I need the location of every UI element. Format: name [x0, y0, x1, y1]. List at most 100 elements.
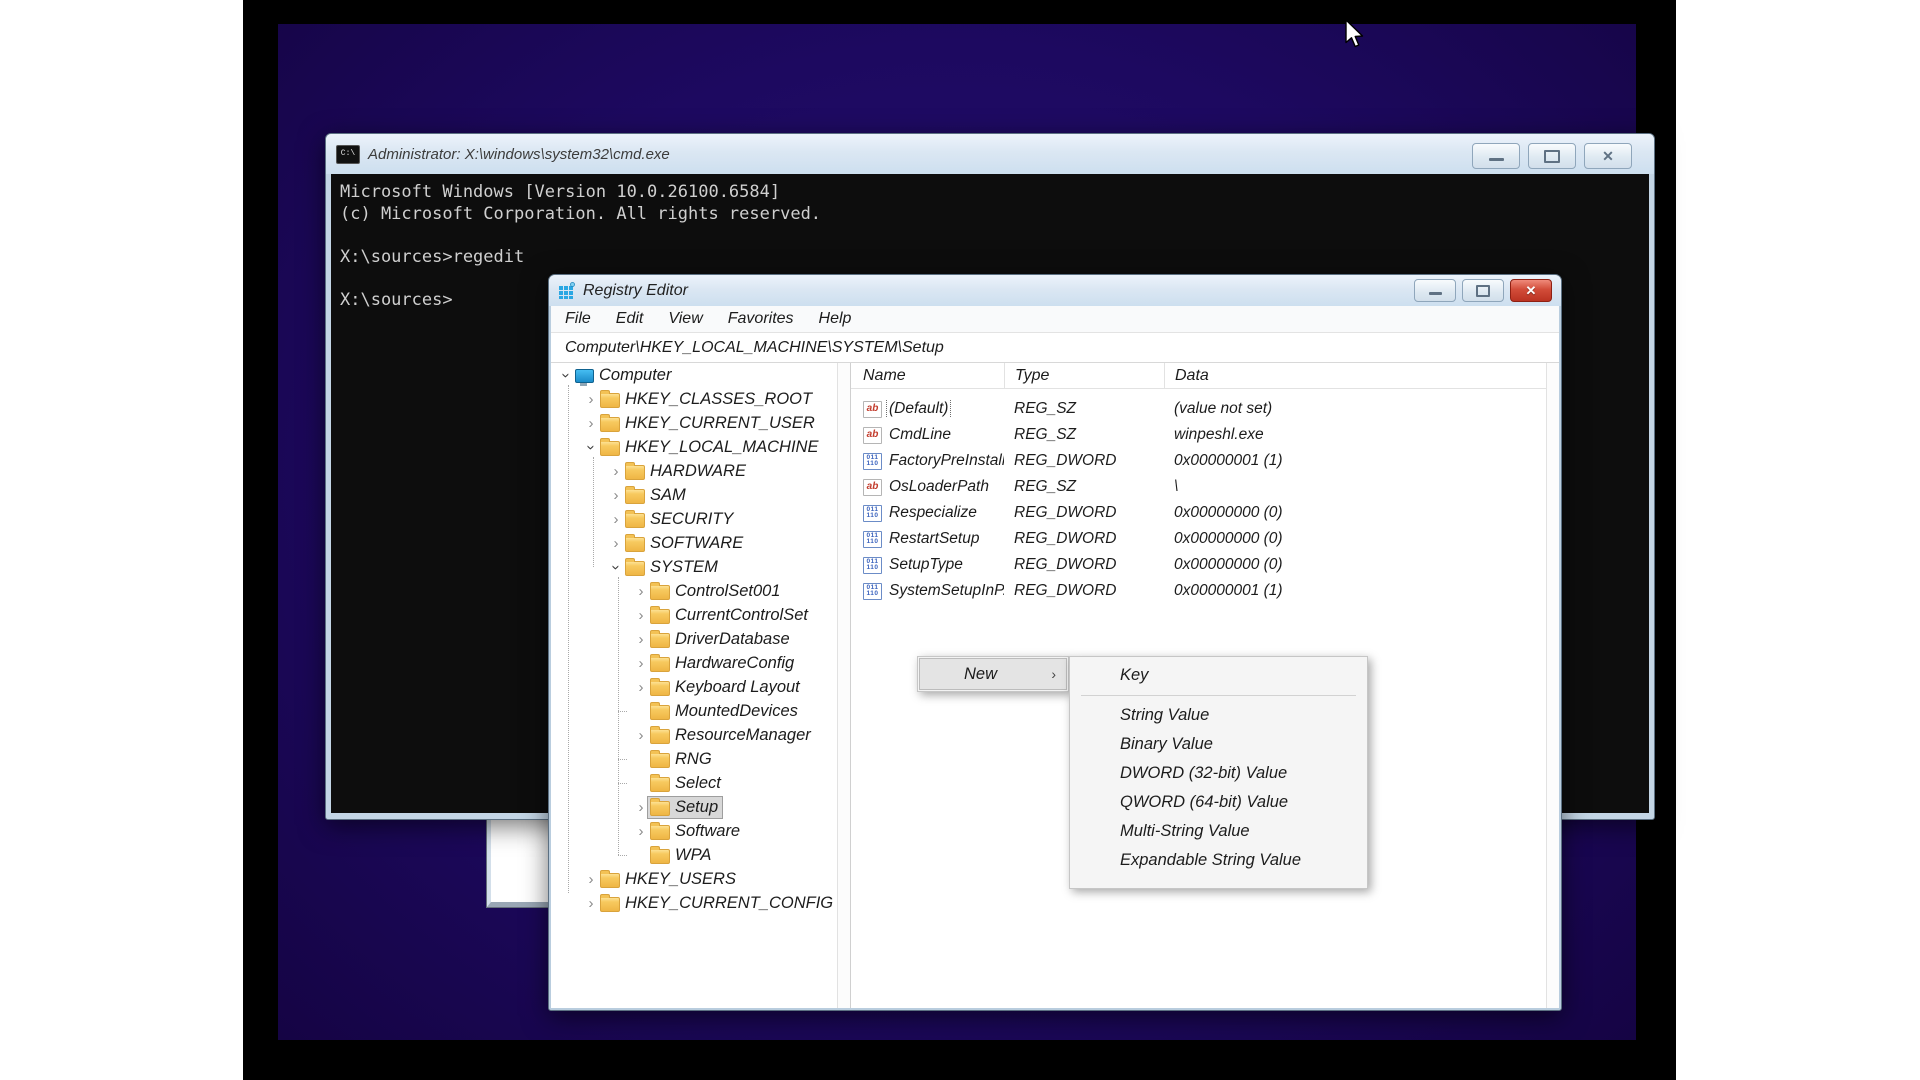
expander-icon[interactable]: ›: [608, 560, 625, 574]
expander-icon[interactable]: ›: [584, 391, 598, 408]
maximize-button[interactable]: [1462, 279, 1504, 302]
submenu-item-multi-string-value[interactable]: Multi-String Value: [1070, 817, 1367, 846]
expander-icon[interactable]: ›: [558, 368, 575, 382]
column-header-name[interactable]: Name: [851, 367, 1004, 385]
menubar-item-edit[interactable]: Edit: [616, 310, 644, 328]
tree-node[interactable]: ControlSet001: [648, 581, 785, 602]
tree-node[interactable]: SECURITY: [623, 509, 737, 530]
tree-node[interactable]: HKEY_CURRENT_USER: [598, 413, 819, 434]
tree-node[interactable]: MountedDevices: [648, 701, 802, 722]
submenu-item-binary-value[interactable]: Binary Value: [1070, 730, 1367, 759]
tree-row[interactable]: ›HardwareConfig: [551, 651, 838, 675]
tree-row[interactable]: ›Setup: [551, 795, 838, 819]
submenu-item-string-value[interactable]: String Value: [1070, 701, 1367, 730]
minimize-button[interactable]: [1472, 143, 1520, 169]
expander-icon[interactable]: ›: [634, 607, 648, 624]
tree-node[interactable]: HardwareConfig: [648, 653, 798, 674]
expander-icon[interactable]: ›: [584, 871, 598, 888]
tree-row[interactable]: ›HKEY_USERS: [551, 867, 838, 891]
tree-row[interactable]: ›SOFTWARE: [551, 531, 838, 555]
tree-node[interactable]: DriverDatabase: [648, 629, 794, 650]
tree-node[interactable]: Setup: [648, 797, 722, 818]
tree-node[interactable]: Software: [648, 821, 744, 842]
tree-row[interactable]: ›DriverDatabase: [551, 627, 838, 651]
tree-node[interactable]: SOFTWARE: [623, 533, 747, 554]
tree-row[interactable]: ›WPA: [551, 843, 838, 867]
tree-row[interactable]: ›ControlSet001: [551, 579, 838, 603]
expander-icon[interactable]: ›: [609, 535, 623, 552]
submenu-item-dword-32-bit-value[interactable]: DWORD (32-bit) Value: [1070, 759, 1367, 788]
tree-row[interactable]: ›HARDWARE: [551, 459, 838, 483]
tree-node[interactable]: HKEY_CURRENT_CONFIG: [598, 893, 837, 914]
tree-node[interactable]: RNG: [648, 749, 716, 770]
tree-node[interactable]: SAM: [623, 485, 690, 506]
column-header-data[interactable]: Data: [1164, 363, 1547, 388]
tree-row[interactable]: ›CurrentControlSet: [551, 603, 838, 627]
minimize-button[interactable]: [1414, 279, 1456, 302]
tree-row[interactable]: ›MountedDevices: [551, 699, 838, 723]
tree-row[interactable]: ›SECURITY: [551, 507, 838, 531]
tree-row[interactable]: ›Select: [551, 771, 838, 795]
expander-icon[interactable]: ›: [634, 583, 648, 600]
tree-row[interactable]: ›HKEY_CURRENT_CONFIG: [551, 891, 838, 915]
value-row[interactable]: abCmdLineREG_SZwinpeshl.exe: [851, 422, 1559, 448]
tree-vertical-scrollbar[interactable]: [837, 363, 850, 1008]
tree-row[interactable]: ›Keyboard Layout: [551, 675, 838, 699]
expander-icon[interactable]: ›: [609, 487, 623, 504]
menubar-item-help[interactable]: Help: [819, 310, 852, 328]
expander-icon[interactable]: ›: [634, 655, 648, 672]
regedit-titlebar[interactable]: Registry Editor: [549, 275, 1561, 306]
tree-node[interactable]: Computer: [573, 365, 675, 386]
value-row[interactable]: 011110SystemSetupInP...REG_DWORD0x000000…: [851, 578, 1559, 604]
menubar-item-view[interactable]: View: [668, 310, 702, 328]
tree-row[interactable]: ›HKEY_CLASSES_ROOT: [551, 387, 838, 411]
value-row[interactable]: 011110RespecializeREG_DWORD0x00000000 (0…: [851, 500, 1559, 526]
cmd-titlebar[interactable]: C:\ Administrator: X:\windows\system32\c…: [326, 134, 1654, 174]
tree-node[interactable]: ResourceManager: [648, 725, 815, 746]
tree-row[interactable]: ›Computer: [551, 363, 838, 387]
expander-icon[interactable]: ›: [634, 823, 648, 840]
expander-icon[interactable]: ›: [583, 440, 600, 454]
menubar-item-favorites[interactable]: Favorites: [728, 310, 794, 328]
tree-row[interactable]: ›SYSTEM: [551, 555, 838, 579]
value-row[interactable]: 011110FactoryPreInstall...REG_DWORD0x000…: [851, 448, 1559, 474]
registry-address-bar[interactable]: Computer\HKEY_LOCAL_MACHINE\SYSTEM\Setup: [551, 333, 1559, 363]
tree-row[interactable]: ›Software: [551, 819, 838, 843]
expander-icon[interactable]: ›: [634, 799, 648, 816]
close-button[interactable]: ✕: [1584, 143, 1632, 169]
tree-row[interactable]: ›RNG: [551, 747, 838, 771]
expander-icon[interactable]: ›: [634, 727, 648, 744]
tree-row[interactable]: ›SAM: [551, 483, 838, 507]
tree-node[interactable]: HKEY_LOCAL_MACHINE: [598, 437, 822, 458]
expander-icon[interactable]: ›: [634, 679, 648, 696]
close-button[interactable]: ✕: [1510, 279, 1552, 302]
tree-node[interactable]: SYSTEM: [623, 557, 722, 578]
value-row[interactable]: 011110RestartSetupREG_DWORD0x00000000 (0…: [851, 526, 1559, 552]
maximize-button[interactable]: [1528, 143, 1576, 169]
tree-node[interactable]: Select: [648, 773, 725, 794]
expander-icon[interactable]: ›: [609, 511, 623, 528]
expander-icon[interactable]: ›: [584, 415, 598, 432]
value-row[interactable]: abOsLoaderPathREG_SZ\: [851, 474, 1559, 500]
tree-row[interactable]: ›HKEY_CURRENT_USER: [551, 411, 838, 435]
tree-node[interactable]: HARDWARE: [623, 461, 750, 482]
tree-row[interactable]: ›ResourceManager: [551, 723, 838, 747]
value-row[interactable]: ab(Default)REG_SZ(value not set): [851, 396, 1559, 422]
submenu-item-key[interactable]: Key: [1070, 661, 1367, 690]
expander-icon[interactable]: ›: [609, 463, 623, 480]
tree-node[interactable]: WPA: [648, 845, 715, 866]
expander-icon[interactable]: ›: [634, 631, 648, 648]
values-vertical-scrollbar[interactable]: [1546, 363, 1559, 1008]
tree-row[interactable]: ›HKEY_LOCAL_MACHINE: [551, 435, 838, 459]
tree-node[interactable]: Keyboard Layout: [648, 677, 804, 698]
context-menu-item-new[interactable]: New ›: [920, 659, 1066, 689]
tree-node[interactable]: HKEY_CLASSES_ROOT: [598, 389, 816, 410]
expander-icon[interactable]: ›: [584, 895, 598, 912]
menubar-item-file[interactable]: File: [565, 310, 591, 328]
tree-node[interactable]: HKEY_USERS: [598, 869, 740, 890]
tree-node[interactable]: CurrentControlSet: [648, 605, 812, 626]
column-header-type[interactable]: Type: [1004, 363, 1164, 388]
submenu-item-qword-64-bit-value[interactable]: QWORD (64-bit) Value: [1070, 788, 1367, 817]
submenu-item-expandable-string-value[interactable]: Expandable String Value: [1070, 846, 1367, 875]
value-row[interactable]: 011110SetupTypeREG_DWORD0x00000000 (0): [851, 552, 1559, 578]
